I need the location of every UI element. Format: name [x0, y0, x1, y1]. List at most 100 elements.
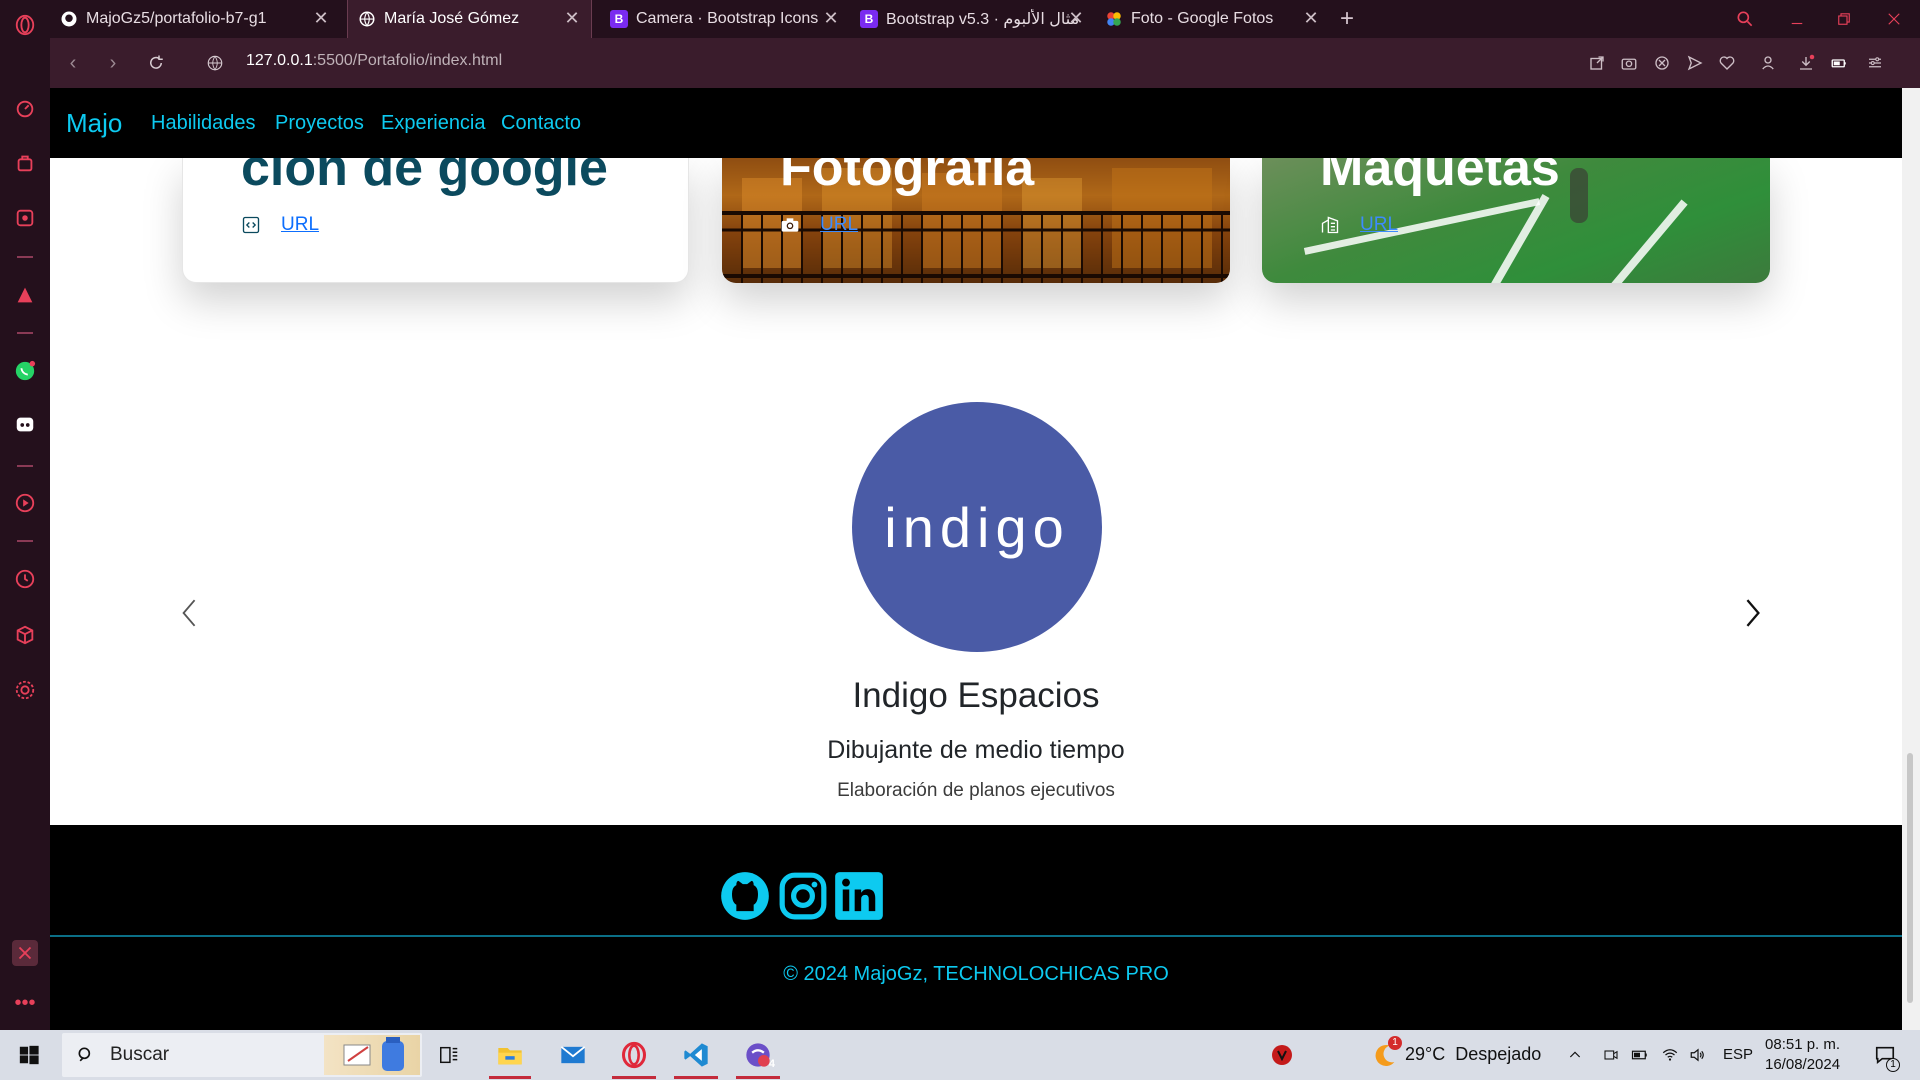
- carousel-next-button[interactable]: [1737, 593, 1767, 633]
- github-link[interactable]: [719, 870, 771, 922]
- wifi-icon[interactable]: [1658, 1038, 1682, 1072]
- card-url-link[interactable]: URL: [1360, 214, 1398, 236]
- close-icon[interactable]: ✕: [1067, 9, 1085, 27]
- linkedin-link[interactable]: [833, 870, 885, 922]
- close-icon[interactable]: ✕: [1302, 9, 1320, 27]
- scrollbar-thumb[interactable]: [1907, 753, 1913, 1003]
- adblock-icon[interactable]: [1651, 52, 1673, 74]
- logo-text: indigo: [884, 495, 1070, 559]
- tab-title: María José Gómez: [384, 10, 520, 27]
- carousel-prev-button[interactable]: [175, 593, 205, 633]
- site-navbar: Majo Habilidades Proyectos Experiencia C…: [50, 88, 1902, 158]
- active-app-indicator: [736, 1076, 780, 1079]
- url-host: 127.0.0.1: [246, 52, 313, 69]
- tab-google-photos[interactable]: Foto - Google Fotos ✕: [1095, 0, 1330, 38]
- discord-icon[interactable]: [12, 412, 38, 438]
- mail-icon[interactable]: [556, 1038, 590, 1072]
- battery-icon[interactable]: [1628, 1038, 1652, 1072]
- whatsapp-icon[interactable]: [12, 358, 38, 384]
- file-explorer-icon[interactable]: [493, 1038, 527, 1072]
- battery-saver-icon[interactable]: [1828, 52, 1850, 74]
- court-figure: [1570, 168, 1588, 223]
- chevron-left-icon: [182, 599, 196, 627]
- easy-setup-icon[interactable]: [1864, 52, 1886, 74]
- card-title: Fotografía: [780, 158, 1035, 197]
- minimize-button[interactable]: [1783, 6, 1811, 32]
- nav-link-experiencia[interactable]: Experiencia: [381, 112, 486, 135]
- language-indicator[interactable]: ESP: [1723, 1046, 1753, 1063]
- nav-link-contacto[interactable]: Contacto: [501, 112, 581, 135]
- forward-button[interactable]: ›: [100, 50, 126, 76]
- history-icon[interactable]: [12, 566, 38, 592]
- profile-icon[interactable]: [1757, 52, 1779, 74]
- restore-button[interactable]: [1830, 6, 1858, 32]
- new-tab-button[interactable]: +: [1340, 5, 1354, 33]
- github-icon: [60, 10, 78, 28]
- download-icon[interactable]: [1795, 52, 1817, 74]
- site-footer: © 2024 MajoGz, TECHNOLOCHICAS PRO: [50, 825, 1902, 1030]
- task-view-icon[interactable]: [432, 1038, 466, 1072]
- windows-start-icon[interactable]: [12, 1038, 46, 1072]
- chat-app-icon[interactable]: 4: [741, 1038, 775, 1072]
- copyright-text: © 2024 MajoGz, TECHNOLOCHICAS PRO: [783, 963, 1169, 985]
- pin-icon[interactable]: [12, 940, 38, 966]
- taskbar-clock[interactable]: 08:51 p. m. 16/08/2024: [1765, 1035, 1840, 1075]
- chevron-up-icon[interactable]: [1563, 1038, 1587, 1072]
- card-url-link[interactable]: URL: [820, 214, 858, 236]
- close-icon[interactable]: ✕: [822, 9, 840, 27]
- weather-icon[interactable]: 1: [1368, 1036, 1402, 1072]
- tab-github-icon-tab[interactable]: MajoGz5/portafolio-b7-g1 ✕: [50, 0, 340, 38]
- instagram-link[interactable]: [777, 870, 829, 922]
- notification-count: 1: [1886, 1058, 1900, 1072]
- slide-title: Indigo Espacios: [852, 676, 1100, 715]
- card-url-link[interactable]: URL: [281, 214, 319, 236]
- tab-bootstrap-icons[interactable]: B Camera · Bootstrap Icons ✕: [600, 0, 850, 38]
- project-card: Fotografía URL: [722, 158, 1230, 283]
- page-scrollbar[interactable]: [1902, 88, 1920, 1030]
- search-tabs-icon[interactable]: [1731, 6, 1759, 32]
- tab-active[interactable]: María José Gómez ✕: [347, 0, 592, 38]
- card-title: ción de google: [241, 158, 608, 197]
- close-window-button[interactable]: [1880, 6, 1908, 32]
- sidebar-divider: [17, 332, 33, 334]
- site-info-icon[interactable]: [202, 50, 228, 76]
- cube-icon[interactable]: [12, 622, 38, 648]
- player-icon[interactable]: [12, 205, 38, 231]
- vscode-icon[interactable]: [679, 1038, 713, 1072]
- weather-temp: 29°C: [1405, 1044, 1446, 1064]
- nav-link-proyectos[interactable]: Proyectos: [275, 112, 364, 135]
- volume-icon[interactable]: [1686, 1038, 1710, 1072]
- opera-taskbar-icon[interactable]: [617, 1038, 651, 1072]
- weather-badge: 1: [1388, 1036, 1402, 1050]
- page-viewport: Majo Habilidades Proyectos Experiencia C…: [50, 88, 1902, 1030]
- heart-icon[interactable]: [1716, 52, 1738, 74]
- send-icon[interactable]: [1684, 52, 1706, 74]
- nav-link-habilidades[interactable]: Habilidades: [151, 112, 256, 135]
- play-icon[interactable]: [12, 490, 38, 516]
- url-path: :5500/Portafolio/index.html: [312, 52, 503, 69]
- tab-bar: MajoGz5/portafolio-b7-g1 ✕ María José Gó…: [50, 0, 1920, 38]
- reload-button[interactable]: [143, 50, 169, 76]
- back-button[interactable]: ‹: [60, 50, 86, 76]
- card-link-row: URL: [241, 214, 319, 236]
- tab-bootstrap-album[interactable]: B Bootstrap v5.3 · مثال الألبوم ✕: [850, 0, 1095, 38]
- opera-logo-icon[interactable]: [12, 12, 38, 38]
- close-icon[interactable]: ✕: [312, 9, 330, 27]
- url-field[interactable]: 127.0.0.1:5500/Portafolio/index.html: [246, 52, 502, 70]
- more-icon[interactable]: •••: [12, 990, 38, 1016]
- antivirus-tray-icon[interactable]: [1265, 1038, 1299, 1072]
- speed-dial-icon[interactable]: [12, 96, 38, 122]
- meet-now-icon[interactable]: [1599, 1038, 1623, 1072]
- snapshot-icon[interactable]: [1618, 52, 1640, 74]
- active-app-indicator: [489, 1076, 531, 1079]
- notification-center-icon[interactable]: 1: [1868, 1038, 1902, 1072]
- code-square-icon: [241, 215, 261, 235]
- settings-icon[interactable]: [12, 677, 38, 703]
- bag-icon[interactable]: [12, 150, 38, 176]
- aria-icon[interactable]: [12, 282, 38, 308]
- brand-link[interactable]: Majo: [66, 108, 122, 139]
- close-icon[interactable]: ✕: [563, 9, 581, 27]
- taskbar-search[interactable]: Buscar: [62, 1033, 422, 1077]
- weather-widget[interactable]: 29°C Despejado: [1405, 1044, 1541, 1065]
- share-icon[interactable]: [1586, 52, 1608, 74]
